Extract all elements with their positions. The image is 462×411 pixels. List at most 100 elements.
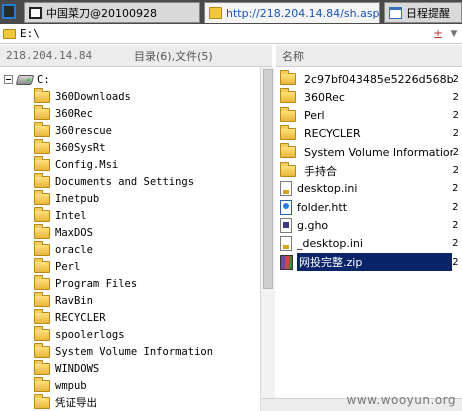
file-name: 2c97bf043485e5226d568bcdd6 bbox=[304, 72, 453, 86]
tree-item[interactable]: Intel bbox=[34, 206, 87, 224]
folder-icon bbox=[34, 104, 50, 120]
tree-item-label: RavBin bbox=[55, 294, 93, 307]
folder-icon bbox=[34, 342, 50, 358]
folder-icon bbox=[34, 155, 50, 171]
tree-item-label: 360Downloads bbox=[55, 90, 131, 103]
folder-icon bbox=[34, 121, 50, 137]
tab-shell[interactable]: http://218.204.14.84/sh.asp;... bbox=[204, 2, 380, 23]
file-row[interactable]: g.gho 2 bbox=[276, 216, 462, 234]
tree-item[interactable]: 360SysRt bbox=[34, 138, 106, 156]
file-date-truncated: 2 bbox=[452, 73, 459, 85]
tree-item[interactable]: Program Files bbox=[34, 274, 138, 292]
folder-icon bbox=[34, 206, 50, 222]
file-list-header: 名称 bbox=[276, 45, 462, 67]
file-date-truncated: 2 bbox=[452, 165, 459, 176]
folder-icon bbox=[34, 257, 50, 273]
folder-icon bbox=[280, 88, 296, 104]
zip-archive-icon bbox=[280, 254, 293, 270]
tree-item-label: 凭证导出 bbox=[55, 397, 97, 409]
file-date-truncated: 2 bbox=[452, 256, 459, 268]
file-name: 手持合 bbox=[304, 164, 337, 178]
tree-root-drive[interactable]: C: bbox=[4, 71, 50, 88]
window-menu-icon[interactable] bbox=[2, 4, 16, 19]
file-name: RECYCLER bbox=[304, 127, 361, 141]
file-name: desktop.ini bbox=[297, 182, 358, 196]
dir-file-count: 目录(6),文件(5) bbox=[134, 49, 213, 63]
column-header-name[interactable]: 名称 bbox=[282, 48, 462, 64]
tree-item[interactable]: 360Downloads bbox=[34, 87, 131, 105]
drive-icon bbox=[15, 74, 35, 85]
tab-label: 日程提醒 bbox=[406, 6, 450, 20]
watermark: www.wooyun.org bbox=[346, 393, 456, 407]
folder-icon bbox=[34, 308, 50, 324]
file-row[interactable]: Perl 2 bbox=[276, 106, 462, 125]
tree-item[interactable]: RavBin bbox=[34, 291, 93, 309]
address-input[interactable]: E:\ bbox=[20, 27, 430, 40]
file-row[interactable]: 360Rec 2 bbox=[276, 88, 462, 106]
folder-icon bbox=[34, 359, 50, 375]
file-date-truncated: 2 bbox=[452, 201, 459, 213]
file-row[interactable]: 手持合 2 bbox=[276, 161, 462, 180]
file-name: System Volume Information bbox=[304, 145, 453, 159]
tree-item-label: RECYCLER bbox=[55, 311, 106, 324]
folder-icon bbox=[3, 28, 16, 39]
tree-item-label: wmpub bbox=[55, 379, 87, 392]
gho-file-icon bbox=[280, 217, 292, 233]
tree-item-label: Perl bbox=[55, 260, 81, 273]
tree-scrollbar[interactable] bbox=[260, 67, 275, 411]
tree-item-label: Intel bbox=[55, 209, 87, 222]
file-row[interactable]: System Volume Information 2 bbox=[276, 143, 462, 161]
tree-item[interactable]: spoolerlogs bbox=[34, 325, 125, 343]
tab-chopper[interactable]: 中国菜刀@20100928 bbox=[24, 2, 200, 23]
reset-button[interactable]: ± bbox=[430, 27, 446, 41]
folder-icon bbox=[34, 240, 50, 256]
address-dropdown-button[interactable]: ▼ bbox=[446, 29, 462, 39]
file-name: Perl bbox=[304, 109, 325, 123]
folder-icon bbox=[280, 124, 296, 140]
file-row[interactable]: desktop.ini 2 bbox=[276, 180, 462, 198]
tab-schedule[interactable]: 日程提醒 bbox=[384, 2, 462, 23]
tab-bar: 中国菜刀@20100928 http://218.204.14.84/sh.as… bbox=[0, 0, 462, 24]
tree-item[interactable]: Documents and Settings bbox=[34, 172, 194, 190]
folder-icon bbox=[34, 376, 50, 392]
tree-item[interactable]: 360rescue bbox=[34, 121, 112, 139]
tree-item[interactable]: oracle bbox=[34, 240, 93, 258]
file-row[interactable]: RECYCLER 2 bbox=[276, 124, 462, 143]
file-name: folder.htt bbox=[297, 200, 348, 214]
folder-icon bbox=[34, 87, 50, 103]
file-row[interactable]: 2c97bf043485e5226d568bcdd62 bbox=[276, 70, 462, 88]
folder-icon bbox=[280, 106, 296, 122]
file-row[interactable]: folder.htt 2 bbox=[276, 198, 462, 216]
tree-item[interactable]: Config.Msi bbox=[34, 155, 118, 173]
tree-item[interactable]: Perl bbox=[34, 257, 81, 275]
tree-item[interactable]: 360Rec bbox=[34, 104, 93, 122]
file-row[interactable]: _desktop.ini 2 bbox=[276, 235, 462, 253]
file-date-truncated: 2 bbox=[452, 110, 459, 122]
tree-item-label: WINDOWS bbox=[55, 362, 100, 375]
tree-item[interactable]: WINDOWS bbox=[34, 359, 100, 377]
tree-item-label: 360Rec bbox=[55, 107, 93, 120]
tree-item[interactable]: RECYCLER bbox=[34, 308, 106, 326]
tab-label: http://218.204.14.84/sh.asp;... bbox=[226, 6, 380, 20]
tree-item-label: Program Files bbox=[55, 277, 138, 290]
file-list: 2c97bf043485e5226d568bcdd62360Rec2Perl2R… bbox=[276, 67, 462, 411]
file-name: 网投完整.zip bbox=[297, 253, 453, 271]
tree-item[interactable]: Inetpub bbox=[34, 189, 100, 207]
file-date-truncated: 2 bbox=[452, 146, 459, 158]
file-date-truncated: 2 bbox=[452, 128, 459, 140]
tree-item[interactable]: 凭证导出 bbox=[34, 393, 97, 411]
file-row[interactable]: 网投完整.zip 2 bbox=[276, 253, 462, 271]
tree-item[interactable]: wmpub bbox=[34, 376, 87, 394]
file-date-truncated: 2 bbox=[452, 238, 459, 250]
host-label: 218.204.14.84 bbox=[6, 49, 93, 62]
file-name: g.gho bbox=[297, 218, 329, 232]
tree-item[interactable]: MaxDOS bbox=[34, 223, 93, 241]
collapse-toggle[interactable] bbox=[4, 75, 13, 84]
tree-item-label: Inetpub bbox=[55, 192, 100, 205]
file-name: _desktop.ini bbox=[297, 237, 363, 251]
folder-icon bbox=[34, 291, 50, 307]
calendar-icon bbox=[389, 6, 402, 19]
left-pane-header: 218.204.14.84 目录(6),文件(5) bbox=[0, 45, 272, 67]
tree-item[interactable]: System Volume Information bbox=[34, 342, 213, 360]
scrollbar-thumb[interactable] bbox=[263, 69, 273, 289]
